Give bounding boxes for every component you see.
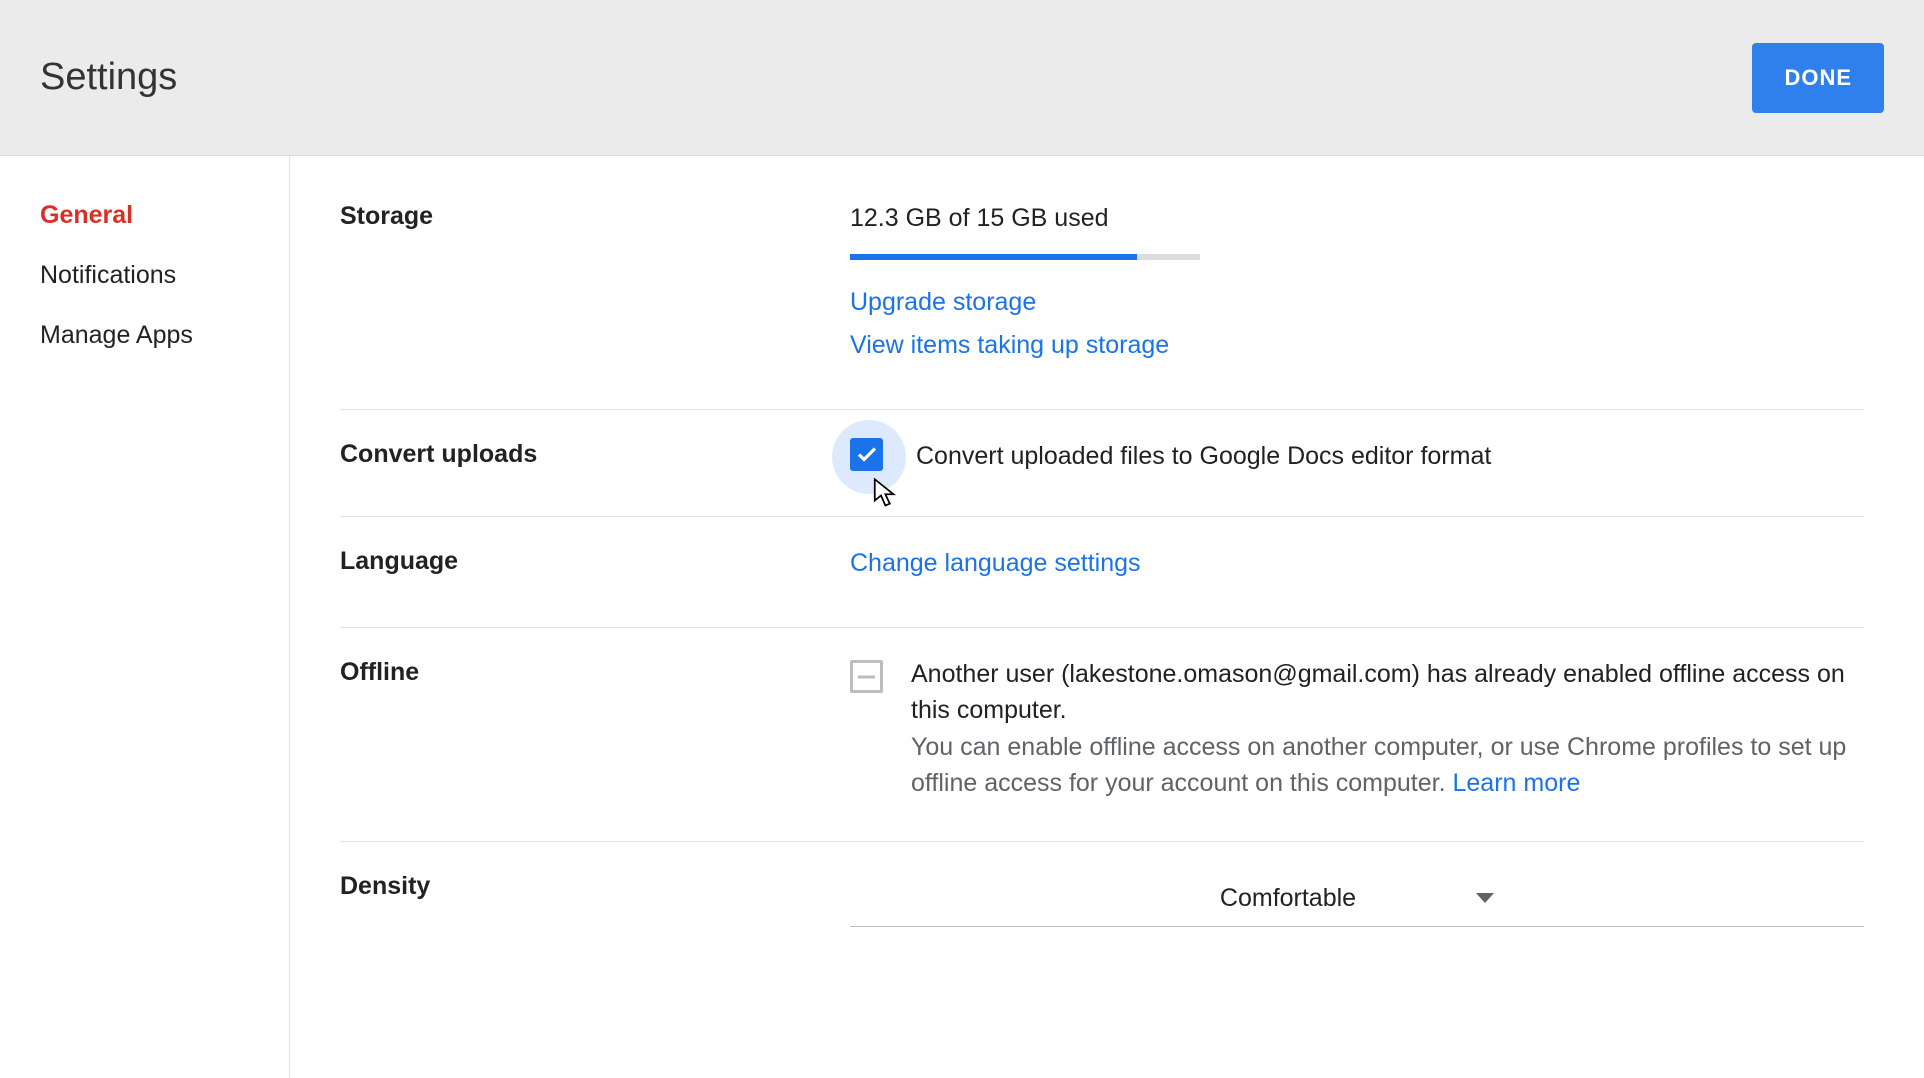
section-label-offline: Offline (340, 656, 850, 801)
convert-uploads-checkbox[interactable] (850, 438, 888, 476)
page-title: Settings (40, 56, 177, 99)
section-label-convert: Convert uploads (340, 438, 850, 476)
section-label-density: Density (340, 870, 850, 927)
sidebar-item-general[interactable]: General (40, 200, 289, 230)
offline-secondary-text: You can enable offline access on another… (911, 733, 1846, 797)
storage-usage-text: 12.3 GB of 15 GB used (850, 200, 1864, 236)
offline-primary-text: Another user (lakestone.omason@gmail.com… (911, 656, 1864, 729)
sidebar: General Notifications Manage Apps (0, 156, 290, 1078)
caret-down-icon (1476, 893, 1494, 903)
storage-progress-bar (850, 254, 1200, 260)
section-label-storage: Storage (340, 200, 850, 369)
upgrade-storage-link[interactable]: Upgrade storage (850, 284, 1864, 320)
sidebar-item-notifications[interactable]: Notifications (40, 260, 289, 290)
density-select[interactable]: Comfortable (850, 870, 1864, 927)
view-items-storage-link[interactable]: View items taking up storage (850, 327, 1864, 363)
convert-uploads-description: Convert uploaded files to Google Docs ed… (916, 438, 1491, 474)
density-value: Comfortable (1220, 880, 1356, 916)
check-icon (855, 442, 879, 466)
sidebar-item-manage-apps[interactable]: Manage Apps (40, 320, 289, 350)
change-language-link[interactable]: Change language settings (850, 545, 1864, 581)
section-offline: Offline Another user (lakestone.omason@g… (340, 628, 1864, 842)
offline-checkbox-disabled (850, 660, 883, 693)
section-density: Density Comfortable (340, 842, 1864, 967)
offline-learn-more-link[interactable]: Learn more (1453, 769, 1581, 797)
section-label-language: Language (340, 545, 850, 587)
section-storage: Storage 12.3 GB of 15 GB used Upgrade st… (340, 200, 1864, 410)
main-content: Storage 12.3 GB of 15 GB used Upgrade st… (290, 156, 1924, 1078)
done-button[interactable]: DONE (1752, 43, 1884, 113)
header: Settings DONE (0, 0, 1924, 156)
storage-progress-fill (850, 254, 1137, 260)
section-convert-uploads: Convert uploads Convert uploaded files t… (340, 410, 1864, 517)
section-language: Language Change language settings (340, 517, 1864, 628)
